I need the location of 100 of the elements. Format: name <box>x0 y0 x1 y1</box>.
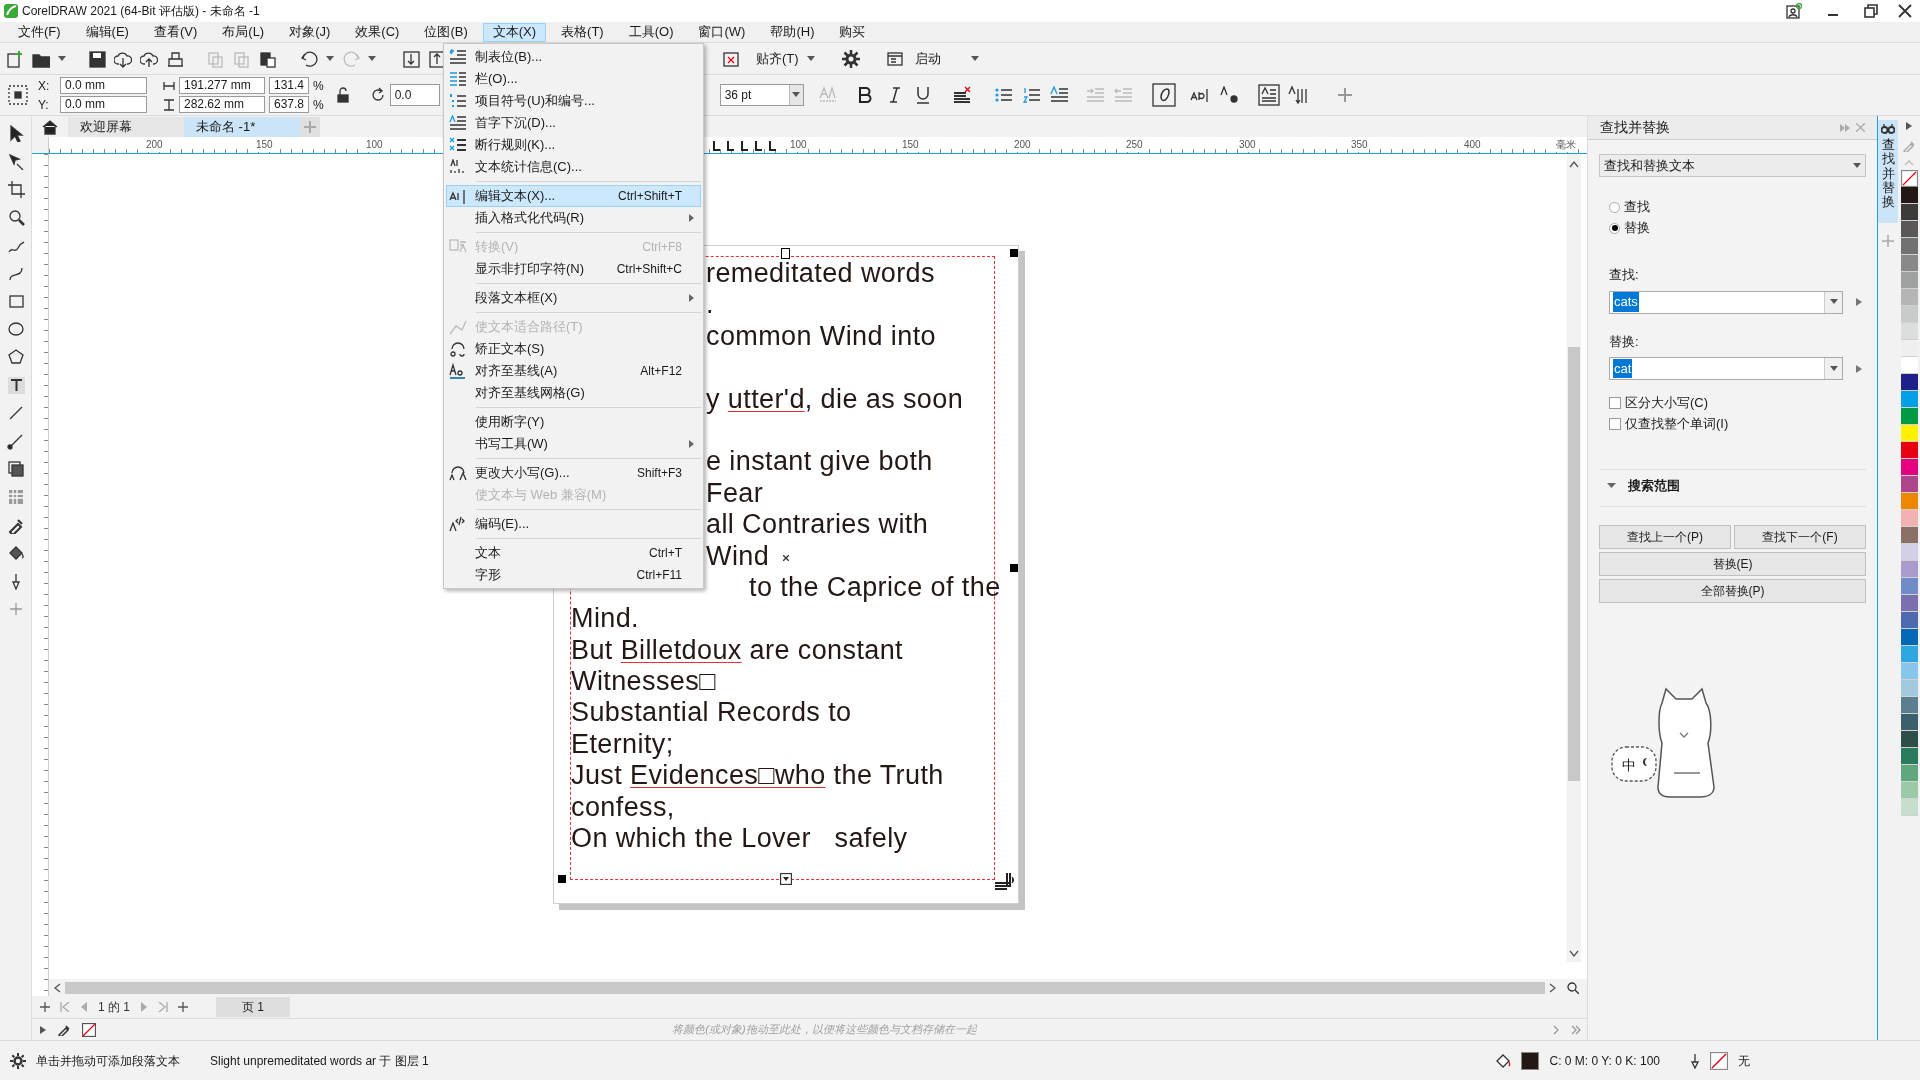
document-tab[interactable]: 未命名 -1* <box>184 117 300 137</box>
paste-icon[interactable] <box>258 49 276 68</box>
object-origin-icon[interactable] <box>6 83 30 107</box>
column-resize-icon[interactable] <box>994 871 1014 891</box>
color-swatch[interactable] <box>1900 697 1918 714</box>
selection-handle[interactable] <box>558 875 566 883</box>
color-swatch[interactable] <box>1900 578 1918 595</box>
add-page-icon[interactable] <box>178 1002 188 1012</box>
radio-option[interactable]: 查找 <box>1609 199 1866 215</box>
scrollbar-thumb[interactable] <box>65 981 1545 994</box>
panel-button[interactable]: 查找下一个(F) <box>1734 524 1866 549</box>
add-icon[interactable] <box>1337 88 1352 102</box>
menu-item[interactable]: 对齐至基线(A) Alt+F12 <box>446 360 701 382</box>
fill-icon[interactable] <box>1495 1052 1512 1069</box>
menu-item[interactable]: 显示非打印字符(N) Ctrl+Shift+C <box>446 258 701 280</box>
numbered-list-icon[interactable] <box>1021 86 1040 104</box>
launch-label[interactable]: 启动 <box>914 48 941 69</box>
caret-icon[interactable] <box>970 55 979 62</box>
add-page-icon[interactable] <box>40 1002 50 1012</box>
bullet-list-icon[interactable] <box>993 86 1012 104</box>
print-icon[interactable] <box>166 49 184 68</box>
rectangle-tool-icon[interactable] <box>6 292 25 310</box>
menu-item[interactable]: 编辑文本(X)... Ctrl+Shift+T <box>446 185 701 207</box>
input-field[interactable]: 0.0 <box>389 84 440 106</box>
no-color-swatch-icon[interactable] <box>82 1022 96 1037</box>
menu-item[interactable]: 帮助(H) <box>760 22 825 42</box>
window-icon[interactable] <box>886 50 903 67</box>
menu-item[interactable]: 更改大小写(G)... Shift+F3 <box>446 462 701 484</box>
color-swatch[interactable] <box>1900 442 1918 459</box>
input-field[interactable]: 282.62 mm <box>179 96 265 113</box>
pen-nib-icon[interactable] <box>1690 1052 1700 1069</box>
selection-handle[interactable] <box>1010 249 1018 257</box>
width-icon[interactable] <box>163 80 175 91</box>
scroll-up-icon[interactable] <box>1569 160 1579 168</box>
no-outline-icon[interactable] <box>1710 1051 1728 1070</box>
flyout-arrow-icon[interactable] <box>1856 298 1862 306</box>
color-swatch[interactable] <box>1900 629 1918 646</box>
color-swatch[interactable] <box>1900 782 1918 799</box>
color-swatch[interactable] <box>1900 731 1918 748</box>
text-frame-icon[interactable] <box>1151 83 1176 107</box>
input-field[interactable]: 191.277 mm <box>179 77 265 94</box>
connector-tool-icon[interactable] <box>6 432 25 450</box>
scroll-right-icon[interactable] <box>1549 982 1557 993</box>
account-icon[interactable] <box>1786 3 1802 19</box>
panel-button[interactable]: 全部替换(P) <box>1599 578 1866 603</box>
color-swatch[interactable] <box>1900 493 1918 510</box>
settings-icon[interactable] <box>10 1052 26 1069</box>
text-properties-icon[interactable] <box>1219 86 1240 104</box>
color-swatch[interactable] <box>1900 255 1918 272</box>
input-field[interactable]: 131.4 <box>269 77 309 94</box>
color-swatch[interactable] <box>1900 289 1918 306</box>
snap-label[interactable]: 贴齐(T) <box>756 48 799 69</box>
clear-format-icon[interactable] <box>951 85 972 105</box>
menu-item[interactable]: 栏(O)... <box>446 68 701 90</box>
menu-item[interactable]: 对象(J) <box>279 22 341 42</box>
docker-tab[interactable]: 查找并替换 <box>1878 120 1898 224</box>
color-swatch[interactable] <box>1900 527 1918 544</box>
menu-item[interactable]: 窗口(W) <box>688 22 756 42</box>
color-swatch[interactable] <box>1900 799 1918 816</box>
home-icon[interactable] <box>42 119 58 135</box>
color-swatch[interactable] <box>1900 425 1918 442</box>
menu-item[interactable]: 编辑(E) <box>75 22 139 42</box>
color-swatch[interactable] <box>1900 510 1918 527</box>
mode-dropdown[interactable]: 查找和替换文本 <box>1599 154 1866 177</box>
color-swatch[interactable] <box>1900 680 1918 697</box>
color-swatch[interactable] <box>1900 646 1918 663</box>
menu-item[interactable]: 书写工具(W) <box>446 433 701 455</box>
scroll-down-icon[interactable] <box>1569 950 1579 958</box>
scrollbar-thumb[interactable] <box>1568 347 1580 781</box>
menu-item[interactable]: 使用断字(Y) <box>446 411 701 433</box>
double-arrow-icon[interactable] <box>1571 1024 1581 1035</box>
color-swatch[interactable] <box>1900 374 1918 391</box>
radio-option[interactable]: 替换 <box>1609 220 1866 236</box>
caret-icon[interactable] <box>806 55 815 62</box>
italic-icon[interactable] <box>887 87 902 103</box>
input-field[interactable]: cats <box>1609 290 1843 314</box>
new-document-icon[interactable] <box>6 49 24 68</box>
color-swatch[interactable] <box>1900 221 1918 238</box>
checkbox-option[interactable]: 区分大小写(C) <box>1609 395 1866 411</box>
menu-item[interactable]: 制表位(B)... <box>446 46 701 68</box>
shape-tool-icon[interactable] <box>6 152 25 170</box>
color-swatch[interactable] <box>1900 748 1918 765</box>
dropdown-caret-icon[interactable] <box>1829 299 1838 305</box>
zoom-fit-icon[interactable] <box>1567 981 1579 994</box>
color-swatch[interactable] <box>1900 612 1918 629</box>
color-swatch[interactable] <box>1900 765 1918 782</box>
menu-item[interactable]: 插入格式化代码(R) <box>446 207 701 229</box>
menu-item[interactable]: 首字下沉(D)... <box>446 112 701 134</box>
flyout-arrow-icon[interactable] <box>1856 364 1862 373</box>
menu-item[interactable]: 字形 Ctrl+F11 <box>446 564 701 586</box>
eyedropper-icon[interactable] <box>58 1023 70 1036</box>
menu-item[interactable]: 矫正文本(S) <box>446 338 701 360</box>
menu-item[interactable]: 断行规则(K)... <box>446 134 701 156</box>
menu-item[interactable]: 文本(X) <box>482 22 547 42</box>
selection-handle[interactable] <box>1010 564 1018 572</box>
page-tab[interactable]: 页 1 <box>216 997 290 1017</box>
close-icon[interactable] <box>1898 4 1912 18</box>
color-swatch[interactable] <box>1900 663 1918 680</box>
drop-cap-icon[interactable] <box>1049 86 1068 104</box>
snap-icon[interactable] <box>722 49 740 68</box>
